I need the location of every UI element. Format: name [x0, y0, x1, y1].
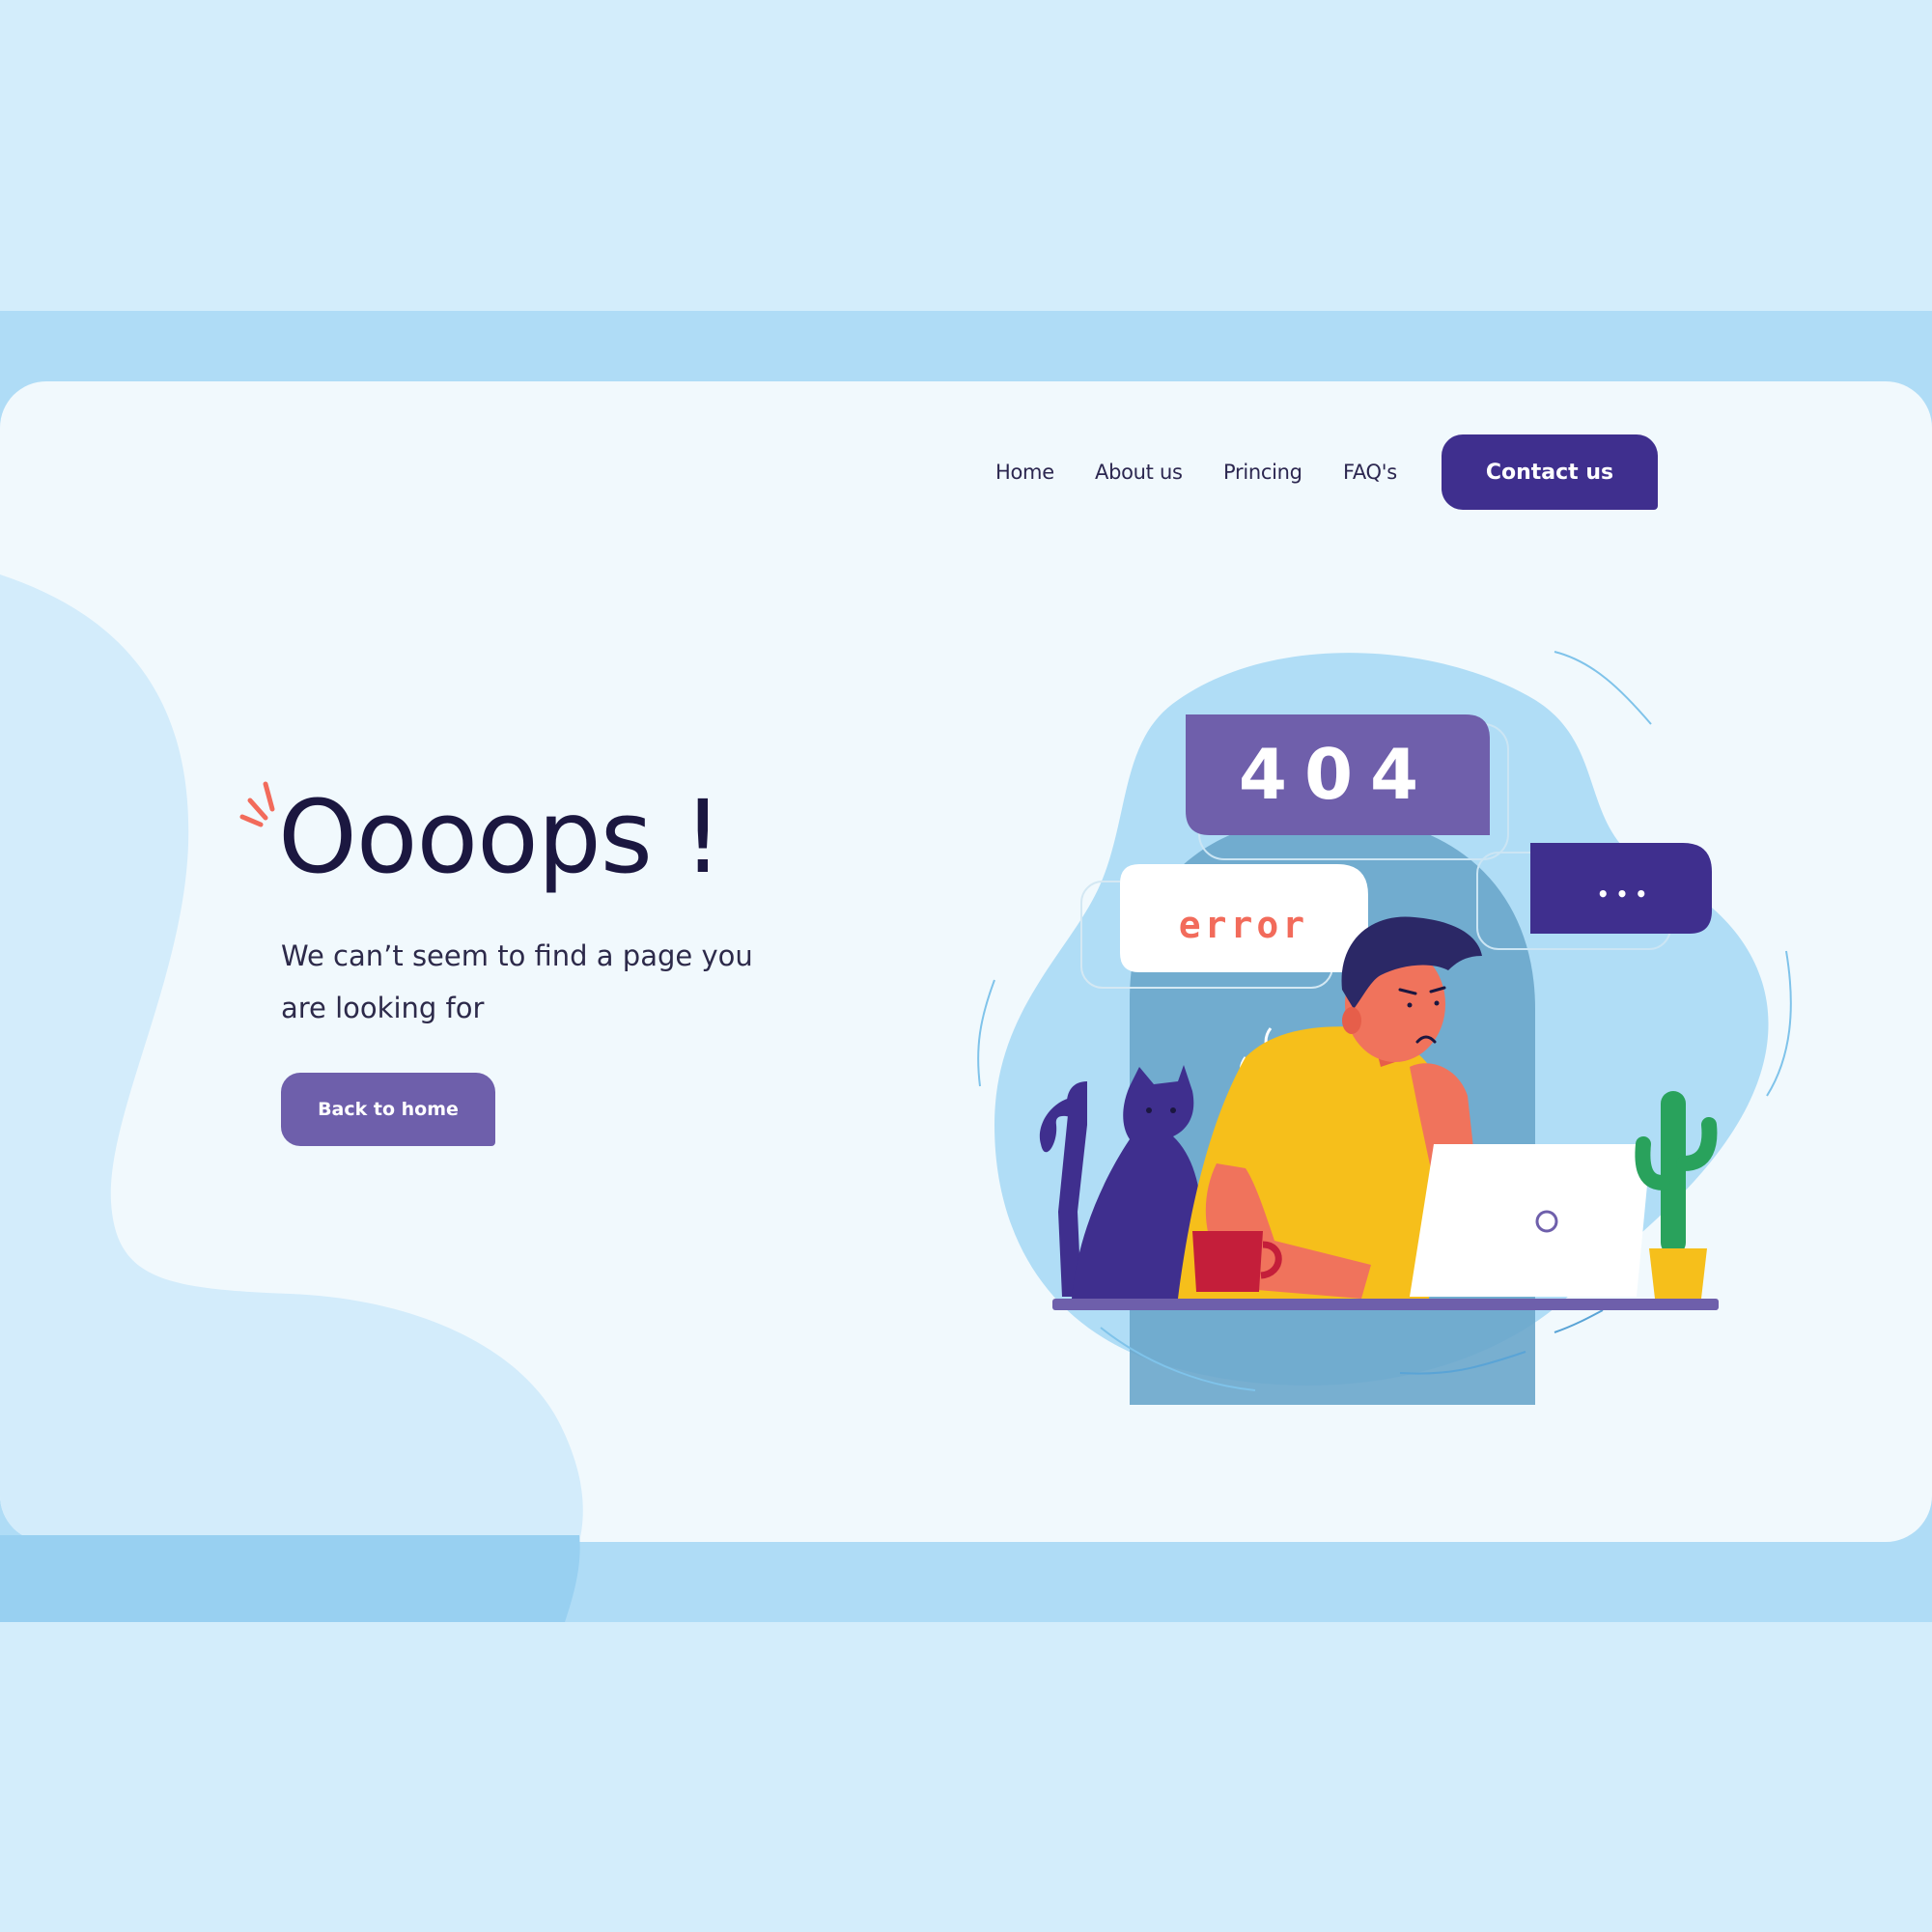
error-label-text: error [1179, 904, 1308, 946]
nav-pricing-link[interactable]: Princing [1223, 461, 1302, 484]
error-description: We can’t seem to find a page you are loo… [281, 939, 753, 1024]
nav-home-link[interactable]: Home [995, 461, 1054, 484]
top-navigation: Home About us Princing FAQ's Contact us [0, 381, 1932, 517]
background-blob-extension [0, 1535, 580, 1622]
page-title: Oooops ! [278, 778, 723, 896]
nav-about-link[interactable]: About us [1095, 461, 1183, 484]
confused-developer-illustration: 404 error • • • [977, 651, 1792, 1405]
contact-us-button[interactable]: Contact us [1442, 434, 1658, 510]
nav-faq-link[interactable]: FAQ's [1343, 461, 1397, 484]
typing-dots-text: • • • [1597, 882, 1647, 906]
error-code-text: 404 [1239, 734, 1436, 815]
page-card: Home About us Princing FAQ's Contact us … [0, 381, 1932, 1542]
back-to-home-button[interactable]: Back to home [281, 1073, 495, 1146]
